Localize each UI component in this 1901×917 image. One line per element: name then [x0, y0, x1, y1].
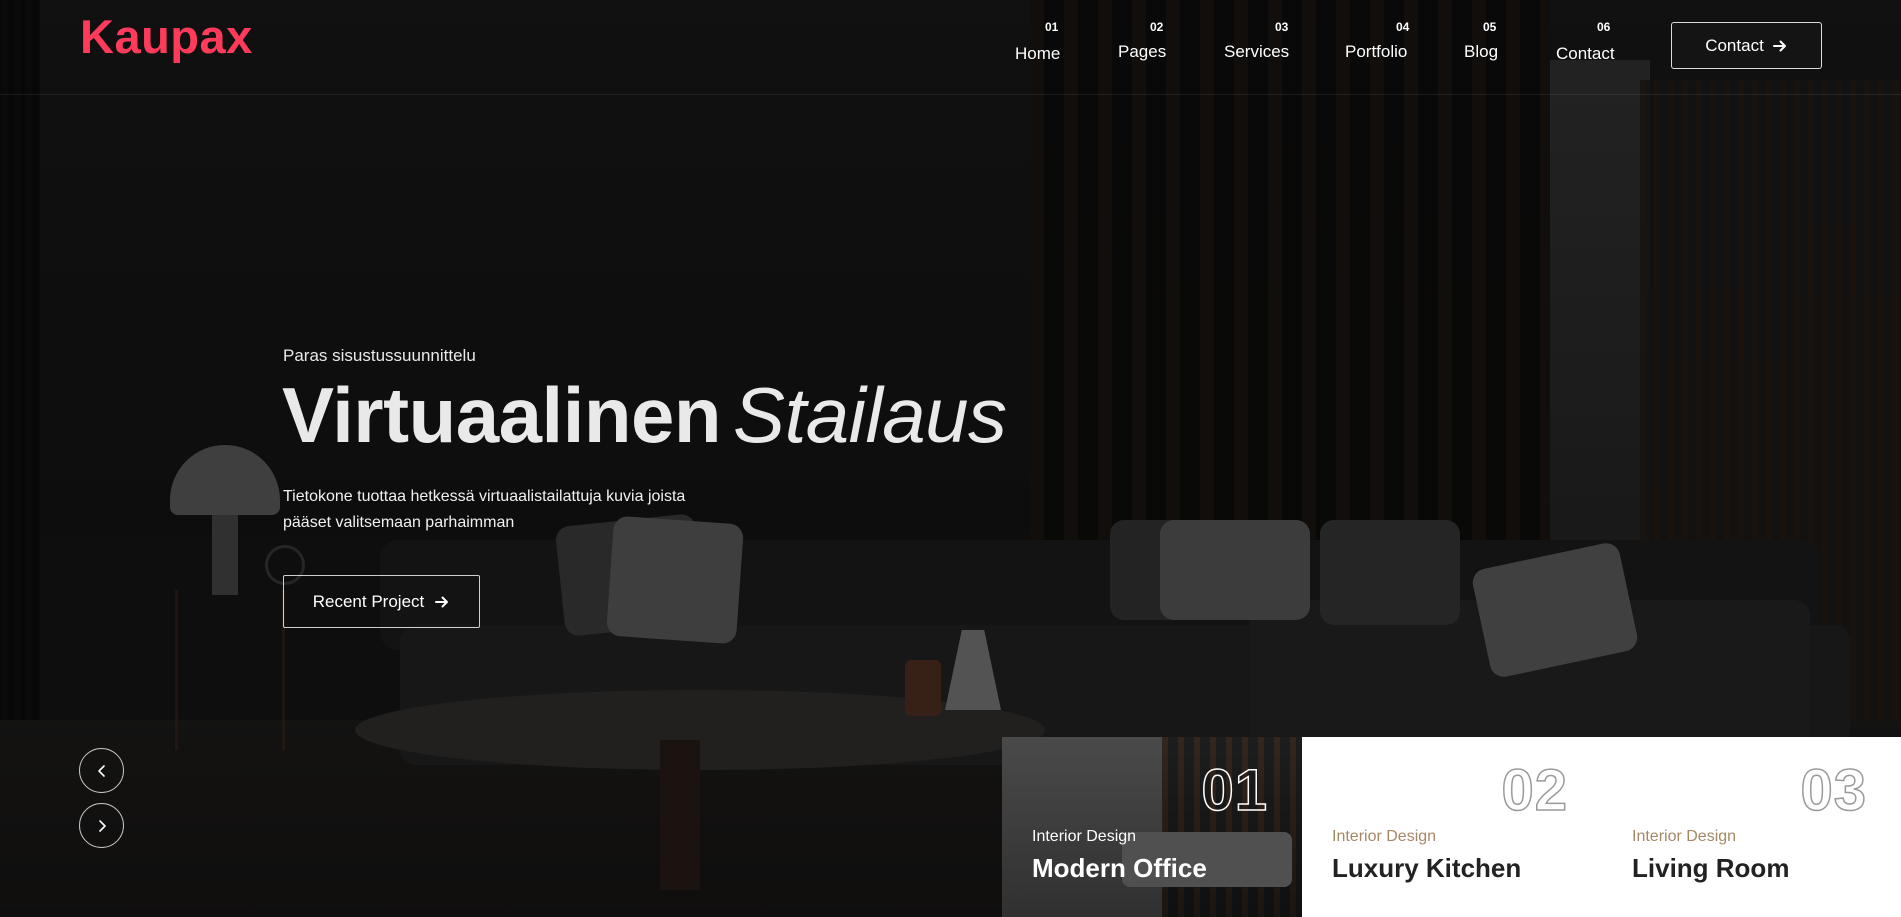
nav-number: 04: [1396, 20, 1410, 34]
nav-number: 01: [1045, 20, 1059, 34]
project-card-living-room[interactable]: 03 Interior Design Living Room: [1602, 737, 1901, 917]
headline-bold: Virtuaalinen: [282, 371, 722, 459]
nav-label: Services: [1224, 42, 1290, 61]
headline-italic: Stailaus: [733, 371, 1007, 459]
chevron-right-icon: [98, 819, 106, 832]
nav-item-pages[interactable]: 02 Pages: [1118, 18, 1178, 68]
nav-item-contact[interactable]: 06 Contact: [1556, 18, 1626, 68]
card-image-wall: [1002, 737, 1162, 917]
project-card-luxury-kitchen[interactable]: 02 Interior Design Luxury Kitchen: [1302, 737, 1602, 917]
nav-label: Portfolio: [1345, 42, 1408, 61]
card-number: 03: [1800, 757, 1867, 824]
nav-label: Pages: [1118, 42, 1167, 61]
site-header: Kaupax 01 Home 02 Pages 03 Services 04 P…: [0, 0, 1901, 95]
contact-button[interactable]: Contact: [1671, 22, 1822, 69]
card-category: Interior Design: [1632, 828, 1737, 845]
hero-headline: Virtuaalinen Stailaus: [282, 370, 1007, 461]
card-title: Living Room: [1632, 853, 1790, 883]
nav-item-portfolio[interactable]: 04 Portfolio: [1345, 18, 1425, 68]
arrow-right-icon: [1772, 40, 1786, 51]
contact-button-label: Contact: [1705, 35, 1764, 55]
card-number: 01: [1201, 757, 1268, 824]
nav-number: 03: [1275, 20, 1289, 34]
recent-project-label: Recent Project: [312, 591, 425, 611]
card-title: Luxury Kitchen: [1332, 853, 1522, 883]
hero-eyebrow: Paras sisustussuunnittelu: [283, 346, 476, 365]
arrow-right-icon: [435, 596, 449, 607]
slider-prev-button[interactable]: [79, 748, 124, 793]
project-card-modern-office[interactable]: 01 Interior Design Modern Office: [1002, 737, 1302, 917]
nav-item-home[interactable]: 01 Home: [1015, 18, 1075, 68]
nav-item-blog[interactable]: 05 Blog: [1464, 18, 1514, 68]
nav-number: 02: [1150, 20, 1164, 34]
hero-description: Tietokone tuottaa hetkessä virtuaalistai…: [283, 488, 686, 531]
recent-project-button[interactable]: Recent Project: [283, 575, 480, 628]
slider-next-button[interactable]: [79, 803, 124, 848]
nav-number: 06: [1597, 20, 1611, 34]
chevron-left-icon: [97, 764, 105, 777]
nav-label: Contact: [1556, 44, 1615, 63]
card-category: Interior Design: [1032, 828, 1137, 845]
card-category: Interior Design: [1332, 828, 1437, 845]
logo[interactable]: Kaupax: [80, 9, 253, 64]
card-number: 02: [1501, 757, 1568, 824]
nav-number: 05: [1483, 20, 1497, 34]
card-title: Modern Office: [1032, 853, 1207, 883]
nav-label: Blog: [1464, 42, 1499, 61]
nav-item-services[interactable]: 03 Services: [1224, 18, 1304, 68]
nav-label: Home: [1015, 44, 1061, 63]
project-cards: 01 Interior Design Modern Office 02 Inte…: [1002, 737, 1901, 917]
